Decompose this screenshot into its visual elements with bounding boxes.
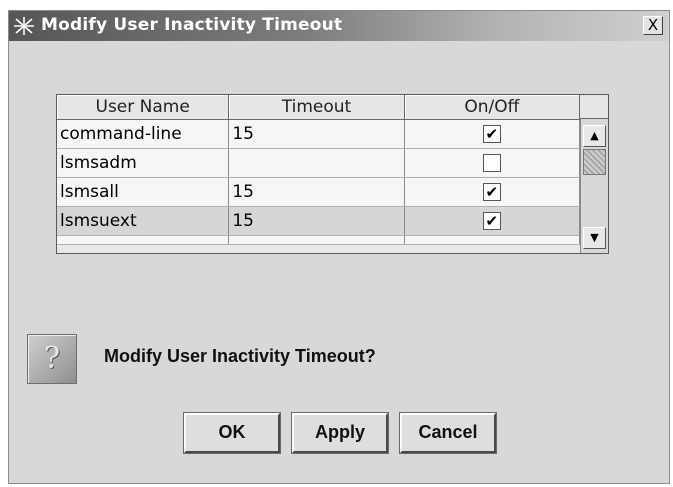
prompt-message: Modify User Inactivity Timeout? bbox=[104, 346, 376, 366]
column-header-timeout[interactable]: Timeout bbox=[228, 95, 405, 120]
close-button[interactable]: X bbox=[643, 16, 663, 35]
column-header-on-off[interactable]: On/Off bbox=[404, 95, 581, 120]
cell-on-off: ✔ bbox=[404, 206, 581, 236]
user-timeout-table: User Name Timeout On/Off command-line 15 ✔… bbox=[56, 94, 609, 254]
column-header-user-name[interactable]: User Name bbox=[57, 95, 230, 120]
cancel-button[interactable]: Cancel bbox=[400, 413, 496, 453]
cell-partial bbox=[404, 235, 581, 245]
table-grid: User Name Timeout On/Off command-line 15 ✔… bbox=[57, 95, 581, 245]
table-row[interactable]: lsmsall 15 ✔ bbox=[57, 177, 581, 207]
table-header-row: User Name Timeout On/Off bbox=[57, 95, 581, 120]
scroll-up-button[interactable]: ▲ bbox=[583, 125, 606, 147]
window-title: Modify User Inactivity Timeout bbox=[41, 15, 343, 35]
table-row[interactable]: lsmsuext 15 ✔ bbox=[57, 206, 581, 236]
arrow-up-icon: ▲ bbox=[590, 129, 599, 142]
cell-user-name[interactable]: lsmsall bbox=[57, 177, 230, 207]
cell-timeout[interactable]: 15 bbox=[228, 177, 405, 207]
apply-button[interactable]: Apply bbox=[292, 413, 388, 453]
on-off-checkbox[interactable]: ✔ bbox=[482, 125, 501, 143]
arrow-down-icon: ▼ bbox=[590, 231, 599, 244]
on-off-checkbox[interactable] bbox=[482, 154, 501, 172]
cell-on-off: ✔ bbox=[404, 119, 581, 149]
cell-user-name[interactable]: lsmsadm bbox=[57, 148, 230, 178]
ok-button[interactable]: OK bbox=[184, 413, 280, 453]
cell-partial bbox=[57, 235, 230, 245]
table-row[interactable]: lsmsadm bbox=[57, 148, 581, 178]
scroll-down-button[interactable]: ▼ bbox=[583, 227, 606, 249]
cell-partial bbox=[228, 235, 405, 245]
on-off-checkbox[interactable]: ✔ bbox=[482, 212, 501, 230]
cell-timeout[interactable]: 15 bbox=[228, 119, 405, 149]
close-icon: X bbox=[647, 16, 659, 34]
cell-on-off bbox=[404, 148, 581, 178]
table-row[interactable]: command-line 15 ✔ bbox=[57, 119, 581, 149]
on-off-checkbox[interactable]: ✔ bbox=[482, 183, 501, 201]
cell-timeout[interactable]: 15 bbox=[228, 206, 405, 236]
cell-user-name[interactable]: command-line bbox=[57, 119, 230, 149]
question-icon: ? bbox=[27, 334, 77, 384]
cell-user-name[interactable]: lsmsuext bbox=[57, 206, 230, 236]
table-scrollbar[interactable]: ▲ ▼ bbox=[580, 119, 608, 253]
app-logo-icon bbox=[14, 17, 34, 35]
cell-timeout[interactable] bbox=[228, 148, 405, 178]
title-bar[interactable]: Modify User Inactivity Timeout X bbox=[9, 11, 669, 41]
table-row-partial[interactable] bbox=[57, 235, 581, 245]
cell-on-off: ✔ bbox=[404, 177, 581, 207]
scroll-thumb[interactable] bbox=[583, 149, 606, 175]
header-corner bbox=[580, 95, 608, 119]
